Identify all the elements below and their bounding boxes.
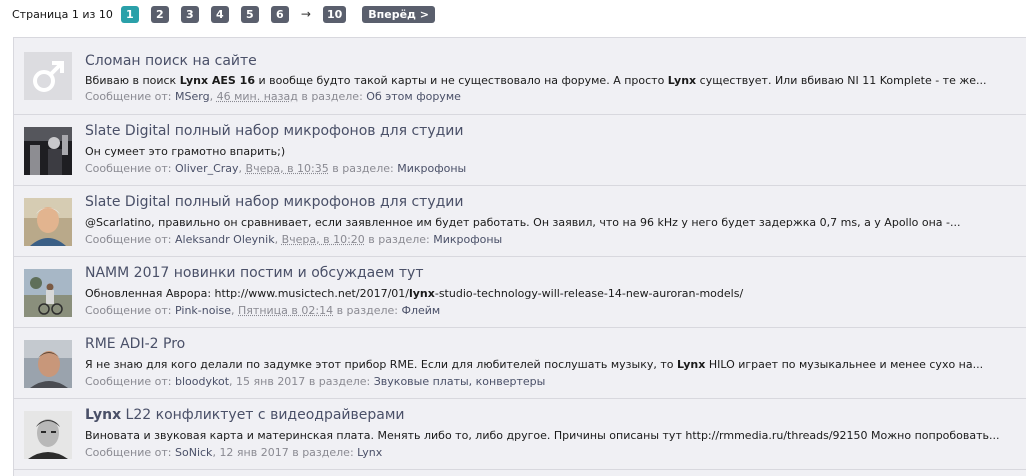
meta-in-label: в разделе: — [337, 304, 398, 317]
title-highlight: Lynx — [85, 407, 121, 423]
author-link[interactable]: Pink-noise — [175, 304, 231, 317]
result-title-link[interactable]: RME ADI-2 Pro — [85, 336, 185, 352]
pagination: Страница 1 из 10 1 2 3 4 5 6 → 10 Вперёд… — [12, 5, 447, 23]
snippet-text: существует. Или вбиваю NI 11 Komplete - … — [696, 74, 986, 87]
result-snippet: @Scarlatino, правильно он сравнивает, ес… — [85, 216, 961, 229]
author-link[interactable]: SoNick — [175, 446, 212, 459]
meta-in-label: в разделе: — [292, 446, 353, 459]
result-title-link[interactable]: NAMM 2017 новинки постим и обсуждаем тут — [85, 265, 423, 281]
avatar[interactable] — [24, 269, 72, 317]
meta-in-label: в разделе: — [368, 233, 429, 246]
snippet-text: Вбиваю в поиск — [85, 74, 180, 87]
result-snippet: Виновата и звуковая карта и материнская … — [85, 429, 1000, 442]
forum-link[interactable]: Звуковые платы, конвертеры — [374, 375, 546, 388]
result-snippet: Я не знаю для кого делали по задумке это… — [85, 358, 983, 371]
forum-link[interactable]: Микрофоны — [397, 162, 466, 175]
author-link[interactable]: bloodykot — [175, 375, 229, 388]
snippet-text: и вообще будто такой карты и не существо… — [255, 74, 668, 87]
page-5-button[interactable]: 5 — [241, 6, 259, 23]
page-counter: Страница 1 из 10 — [12, 8, 113, 21]
result-meta: Сообщение от: bloodykot, 15 янв 2017 в р… — [85, 375, 545, 388]
avatar[interactable] — [24, 411, 72, 459]
page-3-button[interactable]: 3 — [181, 6, 199, 23]
result-title-link[interactable]: Slate Digital полный набор микрофонов дл… — [85, 194, 464, 210]
result-meta: Сообщение от: Aleksandr Oleynik, Вчера, … — [85, 233, 502, 246]
snippet-text: Я не знаю для кого делали по задумке это… — [85, 358, 677, 371]
snippet-text: Обновленная Аврора: http://www.musictech… — [85, 287, 409, 300]
post-date: 15 янв 2017 — [236, 375, 305, 388]
pager-arrow-icon[interactable]: → — [301, 7, 311, 21]
author-link[interactable]: Oliver_Cray — [175, 162, 239, 175]
page-6-button[interactable]: 6 — [271, 6, 289, 23]
result-item: RME ADI-2 Pro Я не знаю для кого делали … — [14, 328, 1026, 399]
page-2-button[interactable]: 2 — [151, 6, 169, 23]
snippet-text: -studio-technology-will-release-14-new-a… — [435, 287, 743, 300]
result-meta: Сообщение от: Pink-noise, Пятница в 02:1… — [85, 304, 440, 317]
meta-from-label: Сообщение от: — [85, 446, 172, 459]
author-link[interactable]: Aleksandr Oleynik — [175, 233, 275, 246]
result-item: NAMM 2017 новинки постим и обсуждаем тут… — [14, 257, 1026, 328]
avatar[interactable] — [24, 340, 72, 388]
post-date-link[interactable]: Вчера, в 10:20 — [282, 233, 365, 246]
result-snippet: Обновленная Аврора: http://www.musictech… — [85, 287, 743, 300]
result-snippet: Он сумеет это грамотно впарить;) — [85, 145, 285, 158]
post-date: 12 янв 2017 — [219, 446, 288, 459]
avatar[interactable] — [24, 127, 72, 175]
forum-link[interactable]: Флейм — [402, 304, 441, 317]
avatar[interactable] — [24, 198, 72, 246]
result-meta: Сообщение от: SoNick, 12 янв 2017 в разд… — [85, 446, 382, 459]
result-snippet: Вбиваю в поиск Lynx AES 16 и вообще будт… — [85, 74, 987, 87]
meta-from-label: Сообщение от: — [85, 233, 172, 246]
author-link[interactable]: MSerg — [175, 90, 210, 103]
meta-from-label: Сообщение от: — [85, 304, 172, 317]
snippet-text: Виновата и звуковая карта и материнская … — [85, 429, 1000, 442]
snippet-highlight: Lynx AES 16 — [180, 74, 255, 87]
male-symbol-icon[interactable] — [24, 52, 72, 100]
search-results-list: Сломан поиск на сайте Вбиваю в поиск Lyn… — [13, 37, 1026, 476]
result-title-link[interactable]: Сломан поиск на сайте — [85, 53, 257, 69]
result-item: Slate Digital полный набор микрофонов дл… — [14, 186, 1026, 257]
result-item: Slate Digital полный набор микрофонов дл… — [14, 115, 1026, 186]
snippet-highlight: Lynx — [677, 358, 705, 371]
snippet-highlight: Lynx — [668, 74, 696, 87]
result-title-link[interactable]: Slate Digital полный набор микрофонов дл… — [85, 123, 464, 139]
forum-link[interactable]: Об этом форуме — [366, 90, 461, 103]
snippet-text: HILO играет по музыкальнее и менее сухо … — [705, 358, 983, 371]
meta-from-label: Сообщение от: — [85, 90, 172, 103]
meta-from-label: Сообщение от: — [85, 375, 172, 388]
snippet-highlight: lynx — [409, 287, 435, 300]
result-meta: Сообщение от: Oliver_Cray, Вчера, в 10:3… — [85, 162, 466, 175]
page-4-button[interactable]: 4 — [211, 6, 229, 23]
meta-in-label: в разделе: — [301, 90, 362, 103]
forum-link[interactable]: Lynx — [357, 446, 382, 459]
post-date-link[interactable]: Пятница в 02:14 — [238, 304, 333, 317]
page-1-button[interactable]: 1 — [121, 6, 139, 23]
meta-in-label: в разделе: — [332, 162, 393, 175]
page-10-button[interactable]: 10 — [323, 6, 346, 23]
post-date-link[interactable]: Вчера, в 10:35 — [246, 162, 329, 175]
result-title-link[interactable]: Lynx L22 конфликтует с видеодрайверами — [85, 407, 405, 423]
result-item: Lynx L22 конфликтует с видеодрайверами В… — [14, 399, 1026, 470]
post-date-link[interactable]: 46 мин. назад — [217, 90, 298, 103]
meta-from-label: Сообщение от: — [85, 162, 172, 175]
snippet-text: Он сумеет это грамотно впарить;) — [85, 145, 285, 158]
meta-in-label: в разделе: — [309, 375, 370, 388]
next-page-button[interactable]: Вперёд > — [362, 6, 435, 23]
result-meta: Сообщение от: MSerg, 46 мин. назад в раз… — [85, 90, 461, 103]
snippet-text: @Scarlatino, правильно он сравнивает, ес… — [85, 216, 961, 229]
forum-link[interactable]: Микрофоны — [433, 233, 502, 246]
title-text: L22 конфликтует с видеодрайверами — [121, 407, 404, 423]
result-item: Сломан поиск на сайте Вбиваю в поиск Lyn… — [14, 38, 1026, 115]
